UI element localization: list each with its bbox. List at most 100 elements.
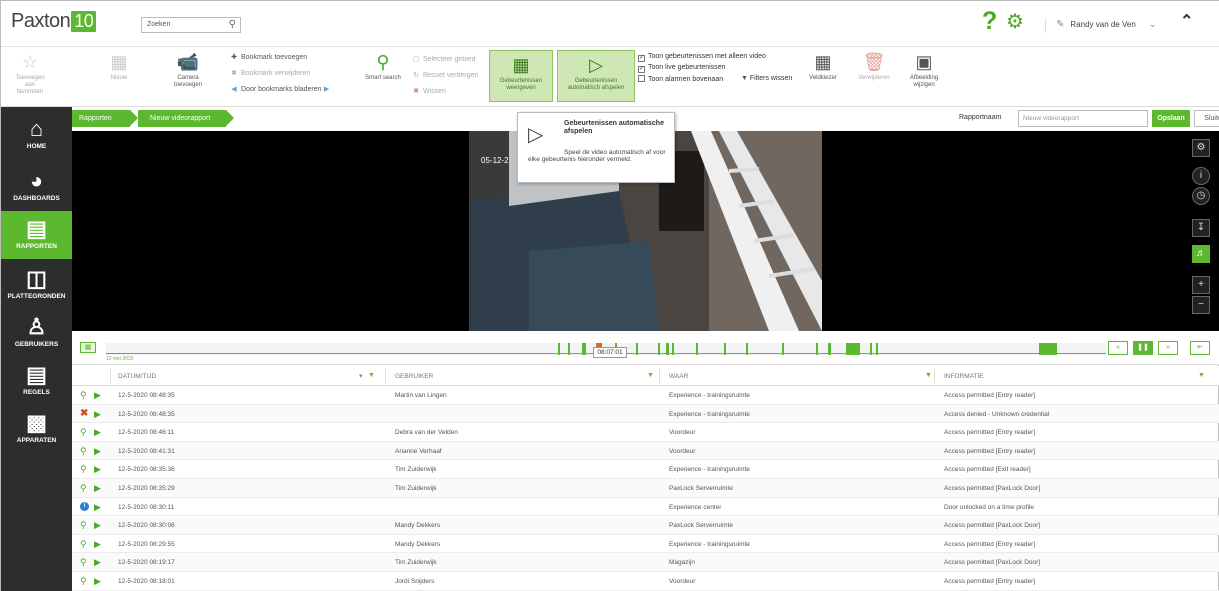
table-row[interactable]: ⚲ ▶ 12-5-2020 08:19:17 Tim Zuiderwijk Magazi… — [72, 553, 1219, 572]
timeline-cursor[interactable]: 08:07:01 — [593, 347, 627, 358]
bookmark-browse-button[interactable]: ◀ Door bookmarks bladeren ▶ — [229, 85, 334, 93]
expand-button[interactable]: ⇤ — [1190, 341, 1210, 355]
chk-video-only[interactable]: ✓ Toon gebeurtenissen met alleen video — [638, 53, 766, 62]
audio-button[interactable]: ♬ — [1192, 245, 1210, 263]
filter-icon[interactable]: ▼ — [925, 372, 932, 379]
info-icon: i — [1199, 170, 1203, 181]
report-name-input[interactable]: Nieuw videorapport — [1018, 110, 1148, 127]
cell-datetime: 12-5-2020 08:48:35 — [118, 410, 175, 418]
select-area-button[interactable]: ▢ Selecteer gebied — [411, 55, 476, 63]
bookmark-remove-button[interactable]: ✖ Bookmark verwijderen — [229, 69, 310, 77]
filter-icon: ▼ — [741, 75, 748, 82]
breadcrumb-rapporten[interactable]: Rapporten — [72, 110, 138, 127]
play-icon[interactable]: ▶ — [94, 557, 101, 568]
table-row[interactable]: ⚲ ▶ 12-5-2020 08:29:55 Mandy Dekkers Experie… — [72, 535, 1219, 554]
column-user[interactable]: GEBRUIKER — [395, 373, 433, 380]
reset-hide-button[interactable]: ↻ Resset verbergen — [411, 71, 478, 79]
zoom-in-button[interactable]: + — [1192, 276, 1210, 294]
download-button[interactable]: ↧ — [1192, 219, 1210, 237]
timeline-toggle-button[interactable]: ▦ — [80, 342, 96, 353]
play-icon[interactable]: ▶ — [94, 464, 101, 475]
play-icon[interactable]: ▶ — [94, 483, 101, 494]
field-selector-button[interactable]: ▦ Veldkiezer — [803, 52, 843, 82]
delete-button[interactable]: 🗑 Verwijderen — [854, 52, 894, 82]
gear-icon[interactable]: ⚙ — [1006, 9, 1024, 34]
arrow-left-icon: ◀ — [231, 86, 237, 93]
cell-user: Arianne Verhaaf — [395, 447, 442, 455]
cell-info: Access permitted [Entry reader] — [944, 447, 1036, 455]
table-row[interactable]: ✖ ▶ 12-5-2020 08:48:35 Experience - trainin… — [72, 404, 1219, 424]
key-icon: ⚲ — [80, 427, 87, 438]
play-icon[interactable]: ▶ — [94, 520, 101, 531]
image-icon: ▣ — [915, 52, 933, 72]
cell-info: Access permitted [Exit reader] — [944, 466, 1031, 474]
play-icon[interactable]: ▶ — [94, 390, 101, 401]
pause-button[interactable]: ❚❚ — [1133, 341, 1153, 355]
tooltip-title: Gebeurtenissen automatische afspelen — [564, 120, 664, 135]
chk-live[interactable]: ✓ Toon live gebeurtenissen — [638, 64, 725, 73]
column-where[interactable]: WAAR — [669, 373, 688, 380]
play-icon[interactable]: ▶ — [94, 446, 101, 457]
play-icon[interactable]: ▶ — [94, 502, 101, 513]
tooltip: ▷ Gebeurtenissen automatische afspelen S… — [517, 112, 675, 183]
add-camera-button[interactable]: 📹 Camera toevoegen — [169, 52, 207, 89]
info-button[interactable]: i — [1192, 167, 1210, 185]
cell-user: Jordi Snijders — [395, 578, 435, 585]
smart-search-button[interactable]: ⚲ Smart search — [361, 52, 405, 82]
camera-settings-button[interactable]: ⚙ — [1192, 139, 1210, 157]
cell-datetime: 12-5-2020 08:29:55 — [118, 540, 175, 548]
bookmark-add-button[interactable]: ✚ Bookmark toevoegen — [229, 53, 307, 61]
table-row[interactable]: i ▶ 12-5-2020 08:30:11 Experience center Doo… — [72, 498, 1219, 517]
camera-icon: 📹 — [176, 52, 200, 72]
new-button[interactable]: ▦ Nieuw — [105, 52, 133, 82]
column-info[interactable]: INFORMATIE — [944, 373, 984, 380]
zoom-out-button[interactable]: − — [1192, 296, 1210, 314]
sidebar-item-rapporten[interactable]: ▤ RAPPORTEN — [1, 211, 72, 259]
autoplay-events-button[interactable]: ▷ Gebeurtenissen automatisch afspelen — [557, 50, 635, 102]
filter-icon[interactable]: ▼ — [1198, 372, 1205, 379]
help-icon[interactable]: ? — [982, 7, 997, 36]
table-row[interactable]: ⚲ ▶ 12-5-2020 08:35:29 Tim Zuiderwijk PaxLoc… — [72, 479, 1219, 498]
add-favorites-button[interactable]: ☆ Toevoegen aan favorieten — [11, 52, 49, 96]
column-separator — [934, 368, 935, 384]
play-icon[interactable]: ▶ — [94, 539, 101, 550]
play-icon[interactable]: ▶ — [94, 409, 101, 420]
table-row[interactable]: ⚲ ▶ 12-5-2020 08:41:31 Arianne Verhaaf Voord… — [72, 441, 1219, 461]
field-selector-icon: ▦ — [814, 52, 832, 72]
filter-icon[interactable]: ▼ — [368, 372, 375, 379]
step-forward-button[interactable]: » — [1158, 341, 1178, 355]
info-icon: i — [80, 501, 89, 511]
cell-where: Experience - trainingsruimte — [669, 410, 750, 418]
close-button[interactable]: Sluiten — [1194, 110, 1219, 127]
change-image-button[interactable]: ▣ Afbeelding wijzigen — [904, 52, 944, 89]
column-datetime[interactable]: DATUM/TIJD — [118, 373, 156, 380]
autoplay-icon: ▷ — [528, 124, 544, 146]
cell-info: Access permitted [Entry reader] — [944, 392, 1036, 399]
table-row[interactable]: ⚲ ▶ 12-5-2020 08:18:01 Jordi Snijders Voorde… — [72, 572, 1219, 591]
filters-clear-button[interactable]: ▼ Filters wissen — [741, 75, 792, 82]
app-window: Paxton 10 Zoeken ⚲ ? ⚙ ✎ Randy van de Ven … — [0, 0, 1219, 591]
clock-button[interactable]: ◷ — [1192, 187, 1210, 205]
table-row[interactable]: ⚲ ▶ 12-5-2020 08:30:06 Mandy Dekkers PaxLock… — [72, 516, 1219, 535]
search-input[interactable]: Zoeken ⚲ — [141, 17, 241, 33]
search-icon[interactable]: ⚲ — [229, 19, 236, 30]
filter-icon[interactable]: ▼ — [647, 372, 654, 379]
table-row[interactable]: ⚲ ▶ 12-5-2020 08:46:11 Debra van der Velden… — [72, 423, 1219, 442]
rewind-button[interactable]: « — [1108, 341, 1128, 355]
user-menu[interactable]: ✎ Randy van de Ven — [1045, 19, 1136, 33]
breadcrumb-nieuw-videorapport[interactable]: Nieuw videorapport — [138, 110, 234, 127]
chevron-down-icon[interactable]: ⌄ — [1149, 19, 1157, 30]
collapse-ribbon-button[interactable]: ⌃ — [1180, 11, 1193, 31]
save-button[interactable]: Opslaan — [1152, 110, 1190, 127]
play-icon[interactable]: ▶ — [94, 427, 101, 438]
show-events-button[interactable]: ▦ Gebeurtenissen weergeven — [489, 50, 553, 102]
sort-desc-icon[interactable]: ▾ — [359, 372, 363, 380]
chk-alarms-top[interactable]: Toon alarmen bovenaan — [638, 75, 723, 83]
sidebar-item-apparaten[interactable]: ▩ APPARATEN — [1, 401, 72, 468]
play-icon[interactable]: ▶ — [94, 576, 101, 587]
reports-icon: ▤ — [26, 216, 47, 241]
clear-button[interactable]: ✖ Wissen — [411, 87, 446, 95]
table-row[interactable]: ⚲ ▶ 12-5-2020 08:48:35 Martin van Lingen Exp… — [72, 386, 1219, 405]
cell-info: Access permitted [Entry reader] — [944, 578, 1036, 585]
table-row[interactable]: ⚲ ▶ 12-5-2020 08:35:36 Tim Zuiderwijk Experi… — [72, 460, 1219, 479]
